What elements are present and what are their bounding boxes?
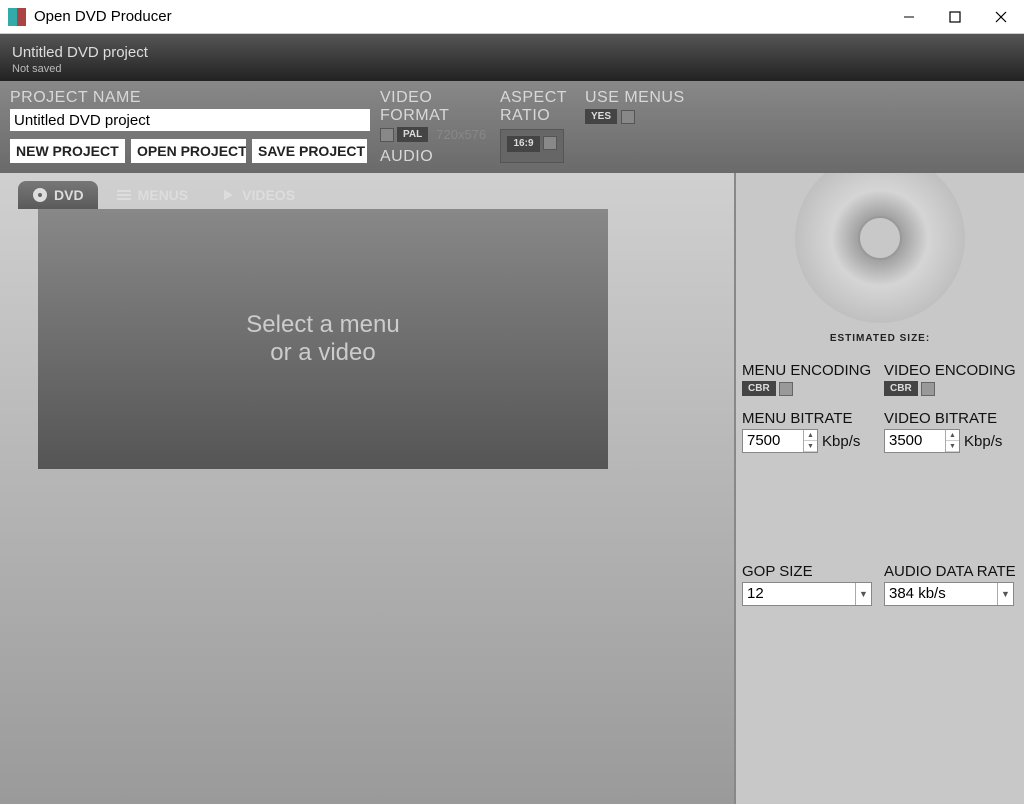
- tab-dvd-label: DVD: [54, 187, 84, 203]
- tab-dvd[interactable]: DVD: [18, 181, 98, 209]
- video-format-toggle[interactable]: [380, 128, 394, 142]
- settings-bar: PROJECT NAME NEW PROJECT OPEN PROJECT SA…: [0, 81, 1024, 173]
- video-bitrate-value: 3500: [885, 430, 945, 452]
- gop-size-label: GOP SIZE: [742, 563, 876, 580]
- use-menus-chip: YES: [585, 109, 617, 124]
- up-arrow-icon[interactable]: ▲: [804, 430, 817, 441]
- app-icon: [8, 8, 26, 26]
- gop-size-select[interactable]: 12 ▼: [742, 582, 872, 606]
- open-project-button[interactable]: OPEN PROJECT: [131, 139, 246, 163]
- content-area: DVD MENUS VIDEOS Select a menu or a vide…: [0, 173, 1024, 804]
- video-encoding-label: VIDEO ENCODING: [884, 362, 1018, 379]
- chevron-down-icon: ▼: [855, 583, 871, 605]
- up-arrow-icon[interactable]: ▲: [946, 430, 959, 441]
- aspect-ratio-box[interactable]: 16:9: [500, 129, 564, 163]
- down-arrow-icon[interactable]: ▼: [946, 441, 959, 452]
- bitrate-unit: Kbp/s: [822, 433, 860, 450]
- preview-line1: Select a menu: [246, 311, 399, 339]
- chevron-down-icon: ▼: [997, 583, 1013, 605]
- menu-bitrate-value: 7500: [743, 430, 803, 452]
- video-encoding-chip: CBR: [884, 381, 918, 396]
- window-title: Open DVD Producer: [34, 8, 172, 25]
- menu-encoding-chip: CBR: [742, 381, 776, 396]
- close-button[interactable]: [978, 0, 1024, 34]
- bitrate-unit2: Kbp/s: [964, 433, 1002, 450]
- maximize-button[interactable]: [932, 0, 978, 34]
- aspect-chip: 16:9: [507, 136, 539, 152]
- tabs: DVD MENUS VIDEOS: [18, 181, 734, 209]
- use-menus-label: USE MENUS: [585, 89, 705, 107]
- audio-data-rate-label: AUDIO DATA RATE: [884, 563, 1018, 580]
- titlebar: Open DVD Producer: [0, 0, 1024, 34]
- menu-encoding-toggle[interactable]: [779, 382, 793, 396]
- video-format-label: VIDEO FORMAT: [380, 89, 500, 125]
- right-panel: ESTIMATED SIZE: MENU ENCODING CBR VIDEO …: [734, 173, 1024, 804]
- tab-menus-label: MENUS: [138, 187, 189, 203]
- menu-bitrate-label: MENU BITRATE: [742, 410, 876, 427]
- save-project-button[interactable]: SAVE PROJECT: [252, 139, 367, 163]
- project-title: Untitled DVD project: [12, 44, 1012, 61]
- new-project-button[interactable]: NEW PROJECT: [10, 139, 125, 163]
- minimize-button[interactable]: [886, 0, 932, 34]
- video-format-chip: PAL: [397, 127, 428, 142]
- aspect-label: ASPECT RATIO: [500, 89, 585, 125]
- video-format-res: 720x576: [436, 127, 486, 142]
- project-bar: Untitled DVD project Not saved: [0, 34, 1024, 81]
- aspect-toggle[interactable]: [543, 136, 557, 150]
- video-bitrate-label: VIDEO BITRATE: [884, 410, 1018, 427]
- video-bitrate-spinner[interactable]: 3500 ▲▼: [884, 429, 960, 453]
- audio-data-rate-select[interactable]: 384 kb/s ▼: [884, 582, 1014, 606]
- preview-area: Select a menu or a video: [38, 209, 608, 469]
- project-name-input[interactable]: [10, 109, 370, 131]
- menu-bitrate-spinner[interactable]: 7500 ▲▼: [742, 429, 818, 453]
- tab-videos[interactable]: VIDEOS: [206, 181, 309, 209]
- down-arrow-icon[interactable]: ▼: [804, 441, 817, 452]
- menu-encoding-label: MENU ENCODING: [742, 362, 876, 379]
- project-name-label: PROJECT NAME: [10, 89, 380, 107]
- tab-menus[interactable]: MENUS: [102, 181, 203, 209]
- tab-videos-label: VIDEOS: [242, 187, 295, 203]
- audio-data-rate-value: 384 kb/s: [885, 583, 997, 605]
- disc-graphic: [795, 173, 965, 323]
- gop-size-value: 12: [743, 583, 855, 605]
- audio-format-label: AUDIO FORMAT: [380, 148, 500, 165]
- disc-icon: [32, 187, 48, 203]
- play-icon: [220, 187, 236, 203]
- preview-line2: or a video: [270, 339, 375, 367]
- estimated-size-label: ESTIMATED SIZE:: [742, 333, 1018, 344]
- video-encoding-toggle[interactable]: [921, 382, 935, 396]
- menu-icon: [116, 187, 132, 203]
- use-menus-toggle[interactable]: [621, 110, 635, 124]
- saved-status: Not saved: [12, 63, 1012, 75]
